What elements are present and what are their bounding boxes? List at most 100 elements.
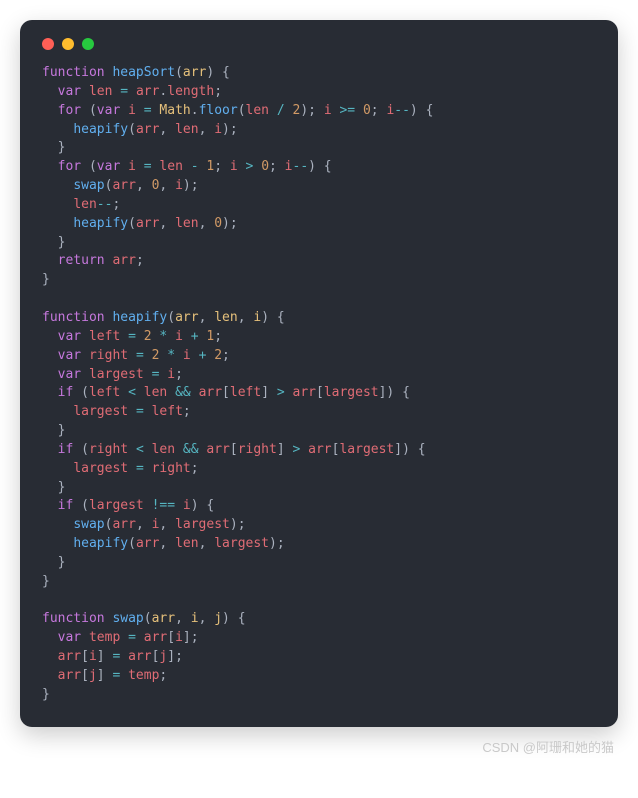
token-punc: ; xyxy=(269,159,285,174)
token-op: = xyxy=(144,103,152,118)
token-ident: arr xyxy=(293,385,316,400)
token-punc: ; xyxy=(112,197,120,212)
token-punc: , xyxy=(199,611,215,626)
token-punc xyxy=(269,103,277,118)
token-ident: largest xyxy=(73,404,128,419)
token-punc xyxy=(120,159,128,174)
token-punc xyxy=(81,84,89,99)
token-op: < xyxy=(136,442,144,457)
token-punc xyxy=(42,498,58,513)
token-ident: left xyxy=(152,404,183,419)
token-punc: [ xyxy=(316,385,324,400)
token-punc: , xyxy=(175,611,191,626)
token-punc: ( xyxy=(128,216,136,231)
token-punc: ( xyxy=(128,536,136,551)
token-punc: , xyxy=(159,536,175,551)
token-punc xyxy=(136,159,144,174)
token-kw: var xyxy=(58,329,81,344)
token-param: arr xyxy=(175,310,198,325)
token-punc xyxy=(81,348,89,363)
watermark-text: CSDN @阿珊和她的猫 xyxy=(20,737,618,756)
token-kw: function xyxy=(42,310,105,325)
token-punc: . xyxy=(191,103,199,118)
token-op: = xyxy=(128,329,136,344)
token-ident: len xyxy=(152,442,175,457)
token-ident: arr xyxy=(199,385,222,400)
token-punc: ); xyxy=(183,178,199,193)
token-punc xyxy=(238,159,246,174)
minimize-icon[interactable] xyxy=(62,38,74,50)
token-punc: , xyxy=(199,536,215,551)
token-punc: , xyxy=(159,216,175,231)
token-ident: len xyxy=(175,536,198,551)
token-punc: } xyxy=(42,480,65,495)
token-punc xyxy=(136,103,144,118)
maximize-icon[interactable] xyxy=(82,38,94,50)
token-fn: heapify xyxy=(73,122,128,137)
token-ident: arr xyxy=(136,84,159,99)
token-punc xyxy=(42,216,73,231)
token-param: arr xyxy=(183,65,206,80)
token-ident: i xyxy=(89,649,97,664)
token-punc: ; xyxy=(214,159,230,174)
token-fn: heapify xyxy=(112,310,167,325)
token-ident: i xyxy=(175,630,183,645)
token-punc: ]; xyxy=(167,649,183,664)
token-ident: arr xyxy=(206,442,229,457)
token-fn: heapSort xyxy=(112,65,175,80)
token-punc: ); xyxy=(230,517,246,532)
token-kw: var xyxy=(58,84,81,99)
token-kw: return xyxy=(58,253,105,268)
token-punc: ] xyxy=(261,385,277,400)
token-ident: right xyxy=(89,348,128,363)
token-ident: i xyxy=(128,159,136,174)
token-punc: ; xyxy=(371,103,387,118)
token-punc: ]; xyxy=(183,630,199,645)
token-ident: len xyxy=(159,159,182,174)
token-ident: len xyxy=(175,122,198,137)
token-punc: ( xyxy=(73,385,89,400)
token-op: < xyxy=(128,385,136,400)
token-op: - xyxy=(191,159,199,174)
token-punc xyxy=(42,630,58,645)
token-fn: heapify xyxy=(73,216,128,231)
token-fn: swap xyxy=(112,611,143,626)
token-punc: [ xyxy=(81,668,89,683)
token-ident: j xyxy=(89,668,97,683)
token-punc: ] xyxy=(277,442,293,457)
token-punc xyxy=(42,159,58,174)
token-kw: if xyxy=(58,498,74,513)
token-punc xyxy=(81,329,89,344)
token-punc: ; xyxy=(191,461,199,476)
token-kw: if xyxy=(58,442,74,457)
token-punc xyxy=(167,385,175,400)
token-punc: ) { xyxy=(191,498,214,513)
token-ident: arr xyxy=(136,216,159,231)
token-punc: ); xyxy=(300,103,323,118)
token-punc: } xyxy=(42,272,50,287)
token-punc: ; xyxy=(214,84,222,99)
token-ident: i xyxy=(324,103,332,118)
token-punc xyxy=(42,404,73,419)
token-punc xyxy=(42,649,58,664)
token-punc xyxy=(175,498,183,513)
token-ident: largest xyxy=(89,498,144,513)
token-op: = xyxy=(128,630,136,645)
token-punc xyxy=(136,329,144,344)
token-punc xyxy=(42,442,58,457)
token-punc: [ xyxy=(81,649,89,664)
token-punc xyxy=(191,385,199,400)
token-punc: ( xyxy=(81,159,97,174)
close-icon[interactable] xyxy=(42,38,54,50)
token-punc: ; xyxy=(183,404,191,419)
token-punc xyxy=(191,348,199,363)
token-punc: ( xyxy=(167,310,175,325)
token-param: i xyxy=(191,611,199,626)
token-punc xyxy=(42,197,73,212)
token-ident: temp xyxy=(128,668,159,683)
token-ident: right xyxy=(238,442,277,457)
token-ident: arr xyxy=(58,668,81,683)
token-punc: ) { xyxy=(261,310,284,325)
token-num: 0 xyxy=(363,103,371,118)
token-kw: for xyxy=(58,103,81,118)
